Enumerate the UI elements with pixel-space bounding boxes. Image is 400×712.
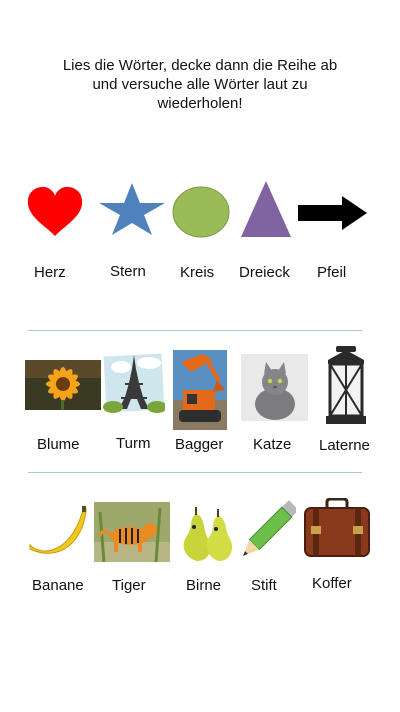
word-turm: Turm xyxy=(116,435,151,452)
word-laterne: Laterne xyxy=(319,437,370,454)
instructions-line-3: wiederholen! xyxy=(157,95,243,112)
flower-image xyxy=(25,360,101,410)
word-tiger: Tiger xyxy=(112,577,146,594)
arrow-icon xyxy=(298,196,368,230)
cat-image xyxy=(241,354,308,421)
word-herz: Herz xyxy=(34,264,66,281)
instructions-line-1: Lies die Wörter, decke dann die Reihe ab xyxy=(62,57,338,74)
banana-image xyxy=(26,505,88,559)
word-blume: Blume xyxy=(37,436,80,453)
word-katze: Katze xyxy=(253,436,292,453)
suitcase-image xyxy=(303,498,371,558)
word-dreieck: Dreieck xyxy=(239,264,290,281)
divider-2 xyxy=(28,472,362,473)
instructions-text: Lies die Wörter, decke dann die Reihe ab… xyxy=(40,56,360,113)
lantern-image xyxy=(322,346,370,428)
instructions-line-2: und versuche alle Wörter laut zu xyxy=(92,76,308,93)
word-bagger: Bagger xyxy=(175,436,224,453)
word-stift: Stift xyxy=(251,577,277,594)
triangle-icon xyxy=(240,180,292,238)
word-pfeil: Pfeil xyxy=(317,264,347,281)
word-koffer: Koffer xyxy=(312,575,352,592)
pears-image xyxy=(180,505,234,561)
excavator-image xyxy=(173,350,227,430)
word-kreis: Kreis xyxy=(180,264,215,281)
star-icon xyxy=(98,182,166,236)
word-birne: Birne xyxy=(186,577,222,594)
pencil-image xyxy=(238,496,296,568)
word-banane: Banane xyxy=(32,577,84,594)
heart-icon xyxy=(26,186,84,238)
circle-icon xyxy=(172,186,230,238)
divider-1 xyxy=(28,330,362,331)
eiffel-tower-image xyxy=(103,351,165,415)
word-stern: Stern xyxy=(110,263,146,280)
tiger-image xyxy=(94,502,170,562)
